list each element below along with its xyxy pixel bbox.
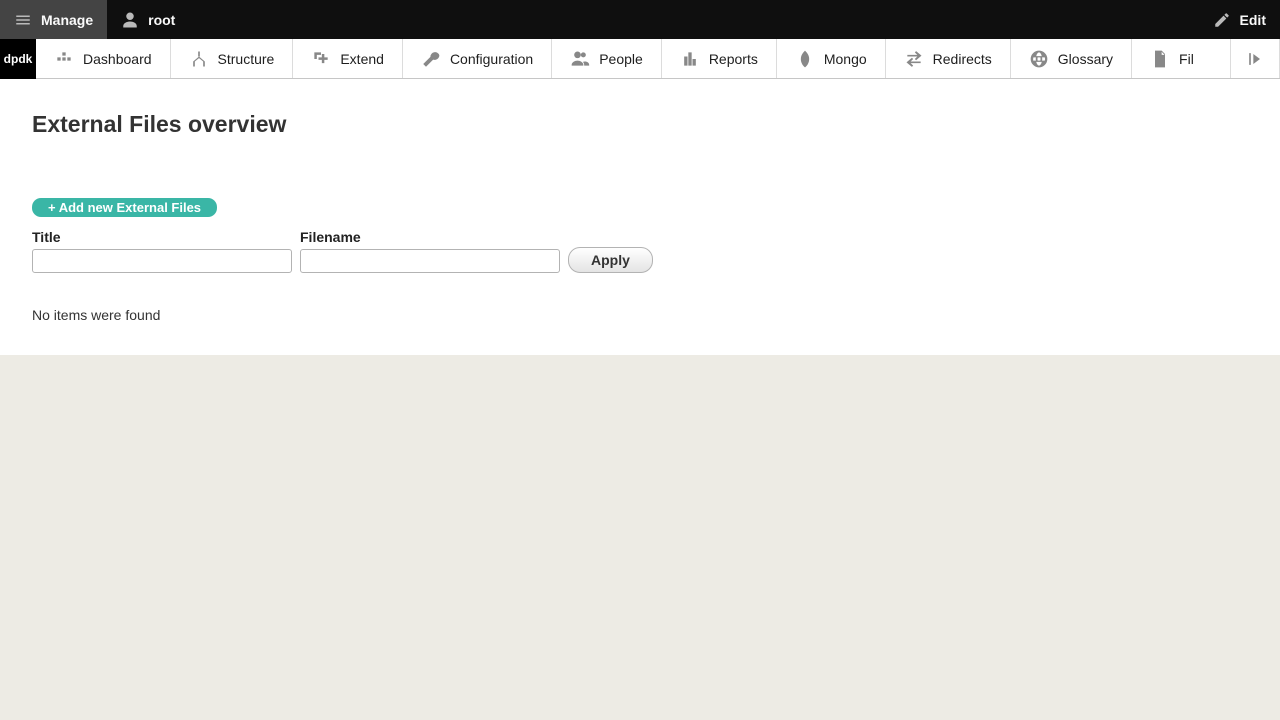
menu-label: Redirects [933, 51, 992, 67]
page-body: External Files overview + Add new Extern… [0, 79, 1280, 355]
manage-button[interactable]: Manage [0, 0, 107, 39]
menu-label: Reports [709, 51, 758, 67]
menu-items: Dashboard Structure Extend Configuration… [36, 39, 1194, 78]
extend-icon [311, 49, 331, 69]
menu-label: People [599, 51, 643, 67]
user-label: root [148, 12, 175, 28]
title-label: Title [32, 229, 292, 245]
menu-label: Files [1179, 51, 1194, 67]
menu-item-files[interactable]: Files [1132, 39, 1194, 78]
user-icon [121, 11, 139, 29]
user-menu[interactable]: root [107, 0, 189, 39]
menu-label: Structure [218, 51, 275, 67]
files-icon [1150, 49, 1170, 69]
mongo-icon [795, 49, 815, 69]
apply-button[interactable]: Apply [568, 247, 653, 273]
title-field: Title [32, 229, 292, 273]
manage-label: Manage [41, 12, 93, 28]
dashboard-icon [54, 49, 74, 69]
collapse-icon [1245, 49, 1265, 69]
menu-label: Mongo [824, 51, 867, 67]
menu-item-dashboard[interactable]: Dashboard [36, 39, 171, 78]
people-icon [570, 49, 590, 69]
menu-item-people[interactable]: People [552, 39, 662, 78]
edit-label: Edit [1240, 12, 1266, 28]
brand-logo[interactable]: dpdk [0, 39, 36, 79]
menu-item-collapse[interactable] [1231, 39, 1280, 78]
menu-label: Glossary [1058, 51, 1113, 67]
filename-label: Filename [300, 229, 560, 245]
wrench-icon [421, 49, 441, 69]
menu-item-structure[interactable]: Structure [171, 39, 294, 78]
menu-label: Dashboard [83, 51, 152, 67]
menu-label: Extend [340, 51, 384, 67]
pencil-icon [1213, 11, 1231, 29]
filter-row: Title Filename Apply [32, 229, 1248, 273]
menu-icon [14, 11, 32, 29]
edit-button[interactable]: Edit [1199, 0, 1280, 39]
menu-label: Configuration [450, 51, 533, 67]
filename-input[interactable] [300, 249, 560, 273]
globe-icon [1029, 49, 1049, 69]
menu-item-glossary[interactable]: Glossary [1011, 39, 1132, 78]
title-input[interactable] [32, 249, 292, 273]
menu-item-reports[interactable]: Reports [662, 39, 777, 78]
menu-item-configuration[interactable]: Configuration [403, 39, 552, 78]
menu-item-blank[interactable] [1194, 39, 1231, 78]
main-menu: dpdk Dashboard Structure Extend Configur… [0, 39, 1280, 79]
menu-item-redirects[interactable]: Redirects [886, 39, 1011, 78]
filename-field: Filename [300, 229, 560, 273]
menu-item-mongo[interactable]: Mongo [777, 39, 886, 78]
page-title: External Files overview [32, 111, 1248, 138]
reports-icon [680, 49, 700, 69]
brand-text: dpdk [4, 52, 33, 66]
menu-item-extend[interactable]: Extend [293, 39, 403, 78]
no-items-message: No items were found [32, 307, 1248, 323]
admin-toolbar: Manage root Edit [0, 0, 1280, 39]
redirects-icon [904, 49, 924, 69]
add-external-files-button[interactable]: + Add new External Files [32, 198, 217, 217]
structure-icon [189, 49, 209, 69]
